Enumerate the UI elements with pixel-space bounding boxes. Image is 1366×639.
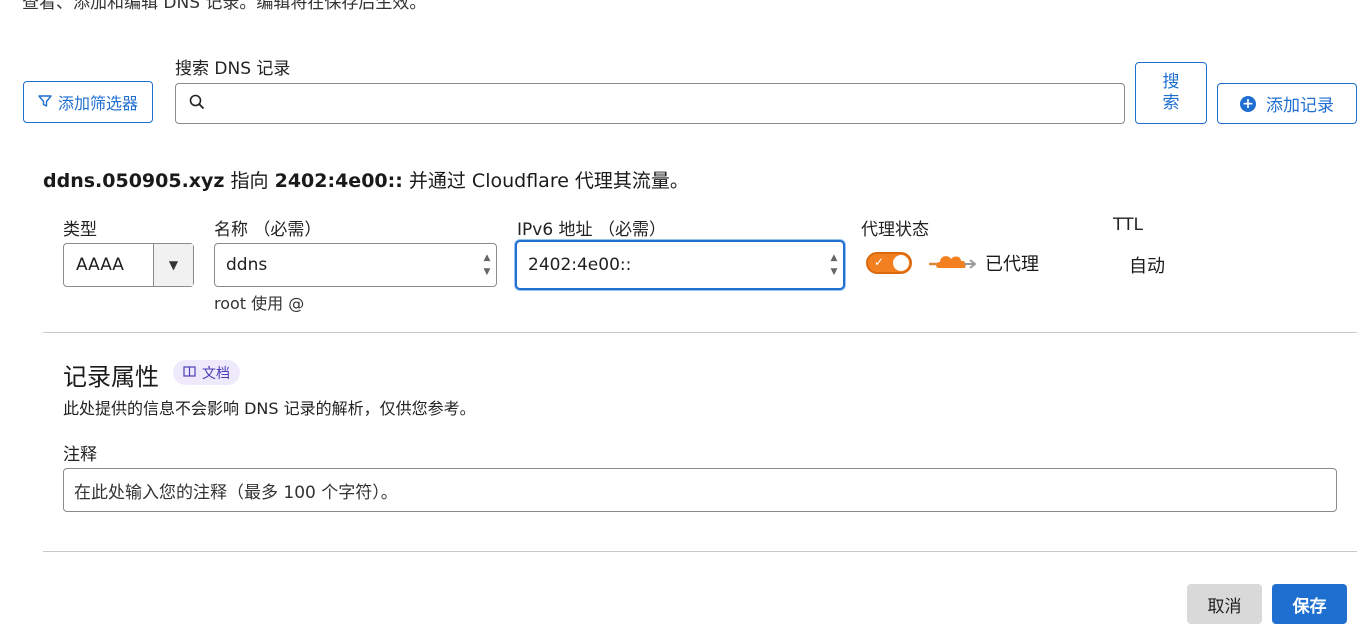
record-type-value: AAAA [76,255,124,275]
plus-circle-icon: + [1240,95,1256,112]
type-label: 类型 [63,220,97,240]
comment-placeholder: 在此处输入您的注释（最多 100 个字符）。 [74,482,398,503]
record-attributes-description: 此处提供的信息不会影响 DNS 记录的解析，仅供您参考。 [63,399,476,418]
record-type-select[interactable]: AAAA ▼ [63,243,194,287]
ipv6-address-input[interactable]: 2402:4e00:: ▲ ▼ [515,240,845,290]
ipv6-label: IPv6 地址 （必需） [517,220,666,240]
add-filter-button[interactable]: 添加筛选器 [23,81,153,123]
spin-down-icon[interactable]: ▼ [484,267,491,278]
name-hint: root 使用 @ [214,294,305,313]
proxied-cloud-icon [929,249,977,277]
docs-link-label: 文档 [202,365,230,382]
cancel-button[interactable]: 取消 [1187,584,1262,624]
chevron-down-icon[interactable]: ▼ [153,244,193,286]
proxy-status-value: 已代理 [985,254,1039,275]
name-spinner[interactable]: ▲ ▼ [478,244,496,286]
add-filter-label: 添加筛选器 [57,94,138,113]
record-summary: ddns.050905.xyz 指向 2402:4e00:: 并通过 Cloud… [43,166,689,193]
ipv6-value: 2402:4e00:: [528,255,632,275]
comment-label: 注释 [63,445,97,465]
page-intro-text: 查看、添加和编辑 DNS 记录。编辑将在保存后生效。 [22,0,427,13]
check-icon: ✓ [874,255,885,269]
name-label: 名称 （必需） [214,220,322,240]
footer-divider [43,551,1357,552]
search-button[interactable]: 搜 索 [1135,62,1207,124]
name-value: ddns [226,255,268,275]
ttl-label: TTL [1113,215,1143,235]
search-label: 搜索 DNS 记录 [175,59,291,79]
book-icon [183,365,196,381]
spin-up-icon[interactable]: ▲ [484,253,491,264]
filter-icon [38,93,52,112]
name-input[interactable]: ddns ▲ ▼ [214,243,497,287]
search-icon [188,93,206,115]
summary-record-name: ddns.050905.xyz [43,170,225,192]
search-button-label-2: 索 [1162,93,1180,113]
section-divider [43,332,1357,333]
spin-up-icon[interactable]: ▲ [831,253,838,264]
proxy-status-label: 代理状态 [861,220,929,240]
spin-down-icon[interactable]: ▼ [831,267,838,278]
ipv6-spinner[interactable]: ▲ ▼ [825,242,843,288]
ttl-value: 自动 [1129,256,1165,277]
summary-target: 2402:4e00:: [274,170,403,192]
record-attributes-title: 记录属性 [63,363,159,391]
save-button[interactable]: 保存 [1272,584,1347,624]
comment-input[interactable]: 在此处输入您的注释（最多 100 个字符）。 [63,468,1337,512]
search-input[interactable] [175,83,1125,124]
summary-suffix: 并通过 Cloudflare 代理其流量。 [408,170,689,192]
docs-link[interactable]: 文档 [173,360,240,385]
add-record-label: 添加记录 [1266,96,1334,116]
proxy-toggle[interactable]: ✓ [866,252,912,274]
toggle-knob [893,255,909,271]
add-record-button[interactable]: + 添加记录 [1217,83,1357,124]
search-button-label-1: 搜 [1162,72,1180,92]
summary-points-to: 指向 [230,170,269,192]
